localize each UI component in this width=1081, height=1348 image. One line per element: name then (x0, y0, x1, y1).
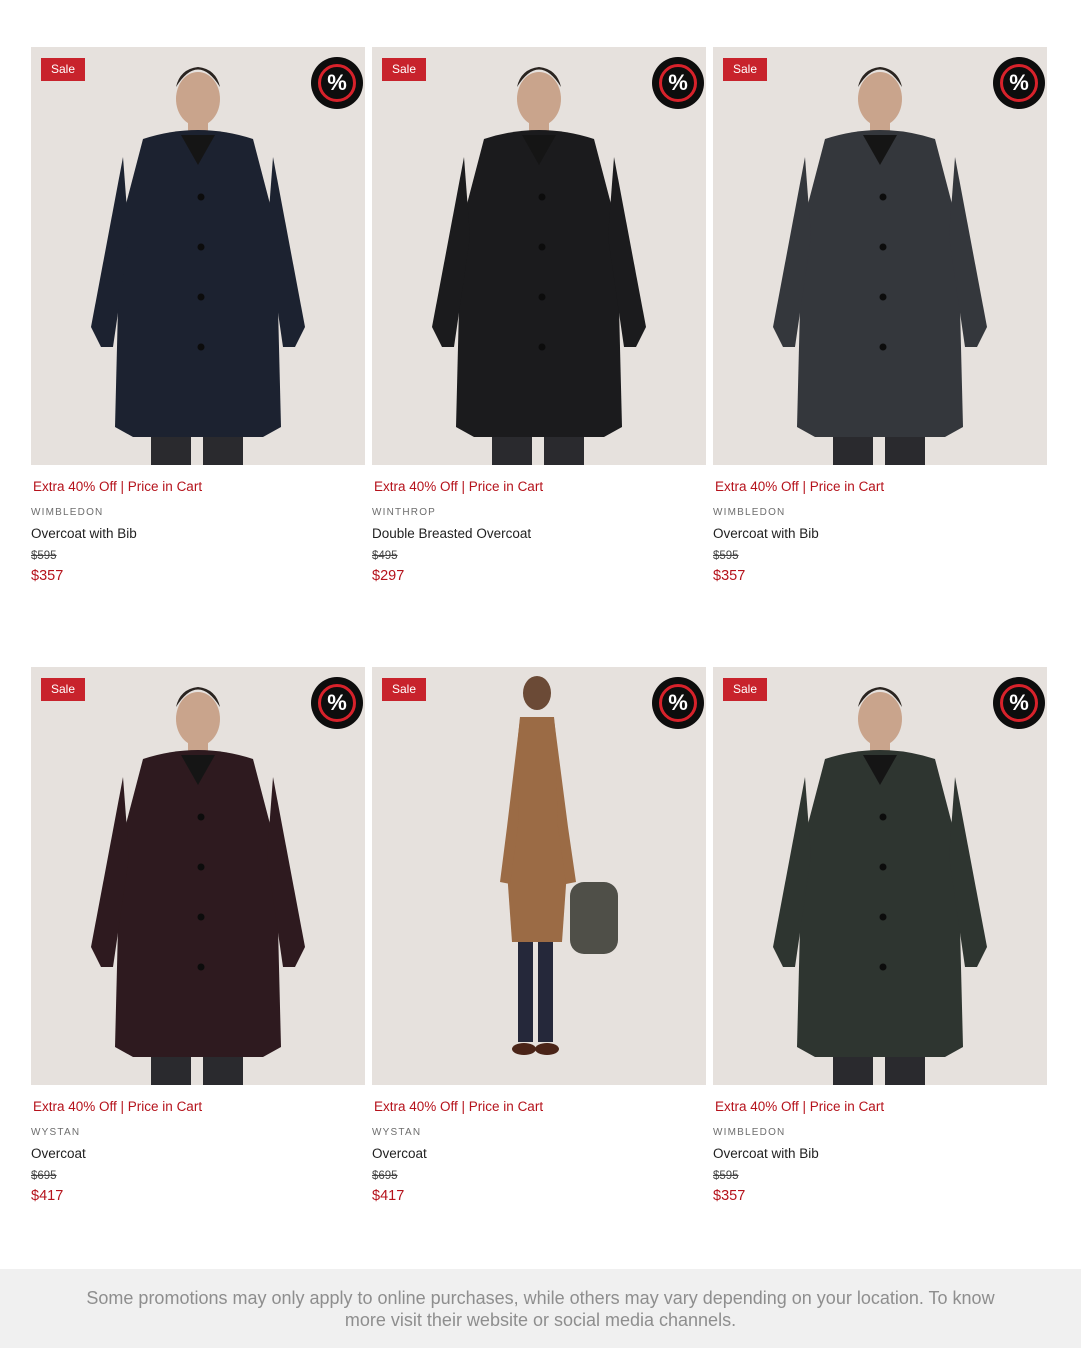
original-price: $595 (713, 1170, 739, 1182)
product-card[interactable]: Sale % Extra 40% Off | Price in Cart WIM… (713, 667, 1047, 1205)
product-image[interactable]: Sale % (713, 47, 1047, 465)
sale-price: $417 (31, 1188, 64, 1204)
promo-text[interactable]: Extra 40% Off | Price in Cart (374, 479, 706, 495)
percent-icon: % (311, 677, 363, 729)
brand-name: WYSTAN (372, 1127, 422, 1138)
product-image[interactable]: Sale % (31, 667, 365, 1085)
promo-text[interactable]: Extra 40% Off | Price in Cart (715, 479, 1047, 495)
model-figure (91, 687, 305, 1085)
brand-name: WYSTAN (31, 1127, 81, 1138)
product-name[interactable]: Overcoat with Bib (713, 526, 1047, 542)
sale-badge: Sale (723, 58, 768, 81)
product-name[interactable]: Overcoat (372, 1146, 706, 1162)
original-price: $495 (372, 550, 398, 562)
promo-text[interactable]: Extra 40% Off | Price in Cart (33, 479, 365, 495)
sale-badge: Sale (723, 678, 768, 701)
promo-text[interactable]: Extra 40% Off | Price in Cart (33, 1099, 365, 1115)
product-image[interactable]: Sale % (713, 667, 1047, 1085)
brand-name: WINTHROP (372, 507, 437, 518)
product-card[interactable]: Sale % Extra 40% Off | Price in Cart WIM… (31, 47, 365, 585)
product-image[interactable]: Sale % (31, 47, 365, 465)
disclaimer-text: Some promotions may only apply to online… (86, 1287, 995, 1330)
sale-price: $357 (31, 568, 64, 584)
sale-badge: Sale (41, 678, 86, 701)
percent-icon: % (311, 57, 363, 109)
product-name[interactable]: Overcoat (31, 1146, 365, 1162)
sale-price: $357 (713, 568, 746, 584)
percent-icon: % (652, 677, 704, 729)
promo-text[interactable]: Extra 40% Off | Price in Cart (374, 1099, 706, 1115)
model-figure (500, 676, 618, 1055)
percent-icon: % (652, 57, 704, 109)
sale-price: $297 (372, 568, 405, 584)
sale-price: $417 (372, 1188, 405, 1204)
model-figure (773, 687, 987, 1085)
sale-badge: Sale (382, 678, 427, 701)
model-figure (773, 67, 987, 465)
product-name[interactable]: Double Breasted Overcoat (372, 526, 706, 542)
product-grid: Sale % Extra 40% Off | Price in Cart WIM… (31, 47, 1047, 1205)
brand-name: WIMBLEDON (31, 507, 104, 518)
original-price: $695 (372, 1170, 398, 1182)
product-card[interactable]: Sale % Extra 40% Off | Price in Cart WIM… (713, 47, 1047, 585)
sale-price: $357 (713, 1188, 746, 1204)
percent-icon: % (993, 57, 1045, 109)
product-card[interactable]: Sale % Extra 40% Off | Price in Cart WYS… (31, 667, 365, 1205)
percent-icon: % (993, 677, 1045, 729)
product-image[interactable]: Sale % (372, 47, 706, 465)
brand-name: WIMBLEDON (713, 1127, 786, 1138)
original-price: $595 (713, 550, 739, 562)
original-price: $595 (31, 550, 57, 562)
product-card[interactable]: Sale % Extra 40% Off | Price in Cart WYS… (372, 667, 706, 1205)
brand-name: WIMBLEDON (713, 507, 786, 518)
promo-disclaimer: Some promotions may only apply to online… (0, 1269, 1081, 1348)
product-name[interactable]: Overcoat with Bib (713, 1146, 1047, 1162)
original-price: $695 (31, 1170, 57, 1182)
sale-badge: Sale (41, 58, 86, 81)
model-figure (432, 67, 646, 465)
product-card[interactable]: Sale % Extra 40% Off | Price in Cart WIN… (372, 47, 706, 585)
product-name[interactable]: Overcoat with Bib (31, 526, 365, 542)
model-figure (91, 67, 305, 465)
product-image[interactable]: Sale % (372, 667, 706, 1085)
sale-badge: Sale (382, 58, 427, 81)
promo-text[interactable]: Extra 40% Off | Price in Cart (715, 1099, 1047, 1115)
